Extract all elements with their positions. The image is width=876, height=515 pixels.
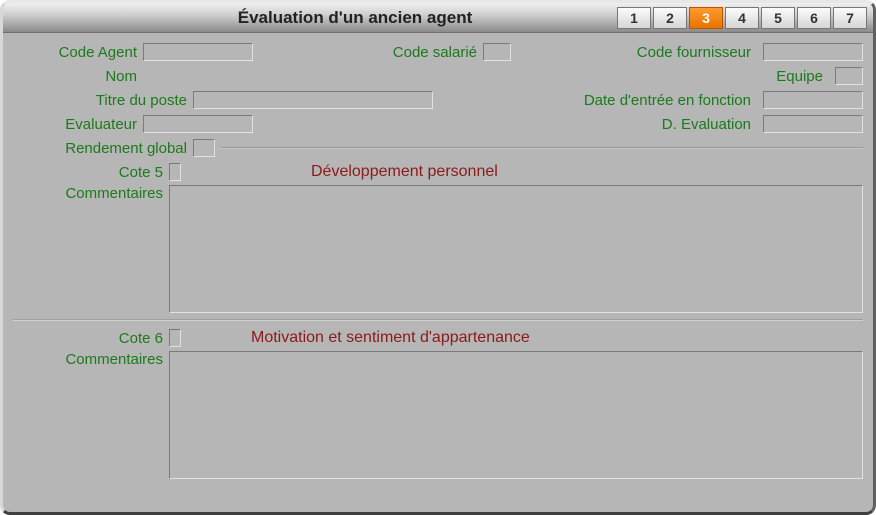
textarea-commentaires5[interactable] [169, 185, 863, 313]
label-commentaires6: Commentaires [13, 351, 169, 368]
label-date-entree: Date d'entrée en fonction [584, 92, 757, 109]
label-cote6: Cote 6 [13, 330, 169, 347]
page-btn-6[interactable]: 6 [797, 7, 831, 29]
titlebar: Évaluation d'un ancien agent 1 2 3 4 5 6… [3, 3, 873, 33]
label-commentaires5: Commentaires [13, 185, 169, 202]
label-code-salarie: Code salarié [313, 44, 483, 61]
label-code-agent: Code Agent [13, 44, 143, 61]
field-code-agent[interactable] [143, 43, 253, 61]
label-titre-poste: Titre du poste [13, 92, 193, 109]
label-nom: Nom [13, 68, 143, 85]
field-code-fournisseur[interactable] [763, 43, 863, 61]
field-d-evaluation[interactable] [763, 115, 863, 133]
label-code-fournisseur: Code fournisseur [637, 44, 757, 61]
divider [13, 319, 863, 321]
form-body: Code Agent Code salarié Code fournisseur… [3, 33, 873, 512]
field-rendement[interactable] [193, 139, 215, 157]
page-btn-3[interactable]: 3 [689, 7, 723, 29]
section-title-motivation: Motivation et sentiment d'appartenance [251, 329, 530, 347]
window-frame: Évaluation d'un ancien agent 1 2 3 4 5 6… [0, 0, 876, 515]
page-btn-5[interactable]: 5 [761, 7, 795, 29]
label-rendement: Rendement global [13, 140, 193, 157]
field-titre-poste[interactable] [193, 91, 433, 109]
section-title-dev-personnel: Développement personnel [311, 163, 498, 181]
window-title: Évaluation d'un ancien agent [3, 8, 617, 28]
field-date-entree[interactable] [763, 91, 863, 109]
page-btn-1[interactable]: 1 [617, 7, 651, 29]
label-cote5: Cote 5 [13, 164, 169, 181]
textarea-commentaires6[interactable] [169, 351, 863, 479]
pager: 1 2 3 4 5 6 7 [617, 7, 873, 29]
field-cote6[interactable] [169, 329, 181, 347]
field-evaluateur[interactable] [143, 115, 253, 133]
field-cote5[interactable] [169, 163, 181, 181]
label-equipe: Equipe [776, 68, 829, 85]
page-btn-4[interactable]: 4 [725, 7, 759, 29]
page-btn-2[interactable]: 2 [653, 7, 687, 29]
page-btn-7[interactable]: 7 [833, 7, 867, 29]
label-d-evaluation: D. Evaluation [662, 116, 757, 133]
separator-line [221, 147, 863, 149]
field-equipe[interactable] [835, 67, 863, 85]
label-evaluateur: Evaluateur [13, 116, 143, 133]
field-code-salarie[interactable] [483, 43, 511, 61]
